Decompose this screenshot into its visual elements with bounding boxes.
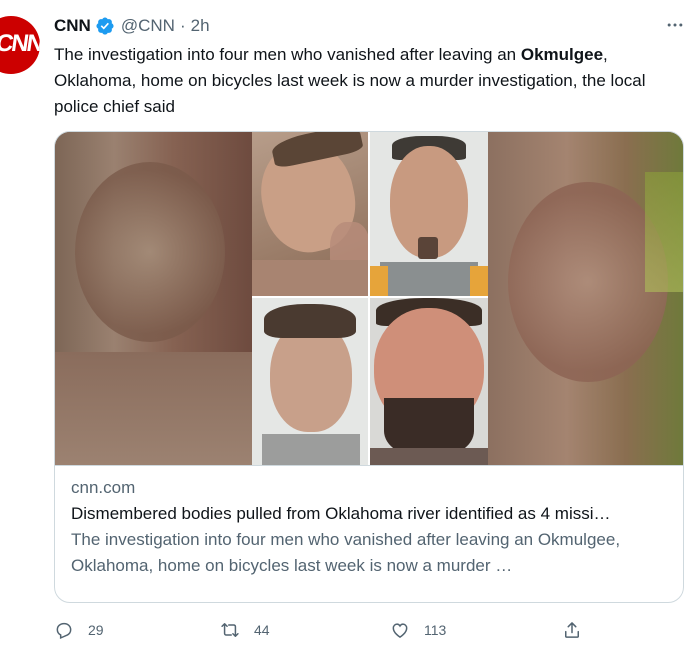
card-description: The investigation into four men who vani… (71, 530, 621, 575)
more-options-icon[interactable] (664, 14, 686, 36)
retweet-count: 44 (254, 622, 270, 638)
tweet[interactable]: CNN CNN @CNN · 2h The investigation into… (0, 0, 692, 660)
reply-icon (56, 622, 72, 640)
photo-man-3 (252, 298, 368, 465)
tweet-text-start: The investigation into four men who vani… (54, 45, 521, 64)
heart-icon (392, 623, 408, 638)
photo-man-4 (370, 298, 488, 465)
like-button[interactable]: 113 (390, 620, 446, 640)
photo-collage (252, 132, 488, 465)
timestamp[interactable]: 2h (191, 16, 210, 36)
photo-man-2 (370, 132, 488, 296)
retweet-icon (221, 623, 239, 637)
author-handle[interactable]: @CNN (121, 16, 175, 36)
link-card[interactable]: cnn.com Dismembered bodies pulled from O… (54, 131, 684, 603)
tweet-text-bold: Okmulgee (520, 45, 604, 64)
card-title: Dismembered bodies pulled from Oklahoma … (71, 504, 611, 523)
like-count: 113 (424, 622, 447, 638)
card-text: cnn.com Dismembered bodies pulled from O… (71, 475, 669, 579)
blurred-background-right (488, 132, 683, 465)
card-image[interactable] (55, 132, 683, 466)
reply-button[interactable]: 29 (54, 620, 104, 640)
blurred-background-left (55, 132, 252, 465)
tweet-text: The investigation into four men who vani… (54, 42, 684, 120)
share-button[interactable] (562, 620, 582, 640)
separator-dot: · (179, 16, 186, 35)
author-name[interactable]: CNN (54, 16, 91, 36)
tweet-header: CNN @CNN · 2h (54, 14, 210, 38)
share-icon (565, 622, 579, 638)
card-domain: cnn.com (71, 478, 136, 497)
cnn-logo: CNN (0, 30, 40, 57)
verified-badge-icon (95, 16, 115, 36)
avatar[interactable]: CNN (0, 16, 40, 74)
photo-man-1 (252, 132, 368, 296)
retweet-button[interactable]: 44 (220, 620, 270, 640)
reply-count: 29 (88, 622, 104, 638)
tweet-actions: 29 44 113 (54, 620, 684, 646)
